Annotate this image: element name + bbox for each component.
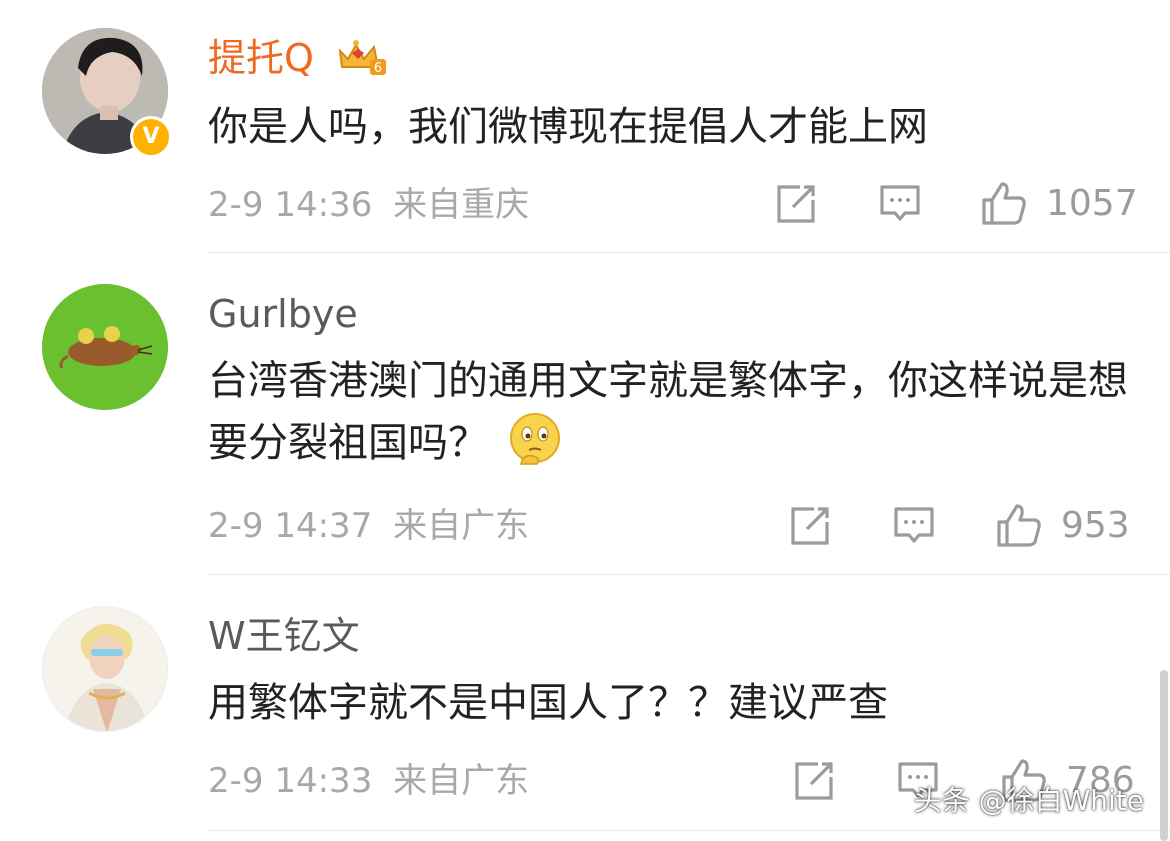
repost-button[interactable] xyxy=(788,504,832,548)
comment-location: 来自广东 xyxy=(393,761,530,801)
repost-icon xyxy=(777,185,815,223)
comment-button[interactable] xyxy=(878,183,922,225)
username[interactable]: Gurlbye xyxy=(208,292,358,336)
repost-button[interactable] xyxy=(792,759,836,803)
comment-meta: 2-9 14:33 来自广东 xyxy=(208,761,529,801)
comment-divider xyxy=(208,252,1170,253)
thumbs-up-icon xyxy=(997,504,1041,547)
comment-icon xyxy=(880,185,920,221)
comment-item: V 提托Q 6 你是人吗，我们微博现在提倡人才能上网 2-9 14:36 来自重… xyxy=(0,0,1170,254)
comment-text: 你是人吗，我们微博现在提倡人才能上网 xyxy=(208,104,928,150)
watermark: 头条 @徐白White xyxy=(913,784,1144,817)
repost-button[interactable] xyxy=(774,182,818,226)
avatar[interactable] xyxy=(42,606,168,732)
comment-text: 台湾香港澳门的通用文字就是繁体字，你这样说是想要分裂祖国吗？ xyxy=(208,350,1138,486)
username[interactable]: 提托Q 6 xyxy=(208,36,388,86)
like-button[interactable]: 953 xyxy=(995,502,1130,548)
avatar[interactable] xyxy=(42,284,168,410)
comment-time: 2-9 14:33 xyxy=(208,761,373,801)
like-count: 953 xyxy=(1061,504,1130,546)
thumbs-up-icon xyxy=(982,182,1026,225)
comment-divider xyxy=(208,574,1170,575)
avatar[interactable]: V xyxy=(42,28,172,158)
repost-icon xyxy=(791,507,829,545)
thinking-face-emoji-icon xyxy=(507,412,563,486)
comment-icon xyxy=(894,507,934,543)
comment-button[interactable] xyxy=(892,505,936,547)
repost-icon xyxy=(795,762,833,800)
comment-location: 来自广东 xyxy=(393,506,530,546)
comment-time: 2-9 14:36 xyxy=(208,185,373,225)
comment-time: 2-9 14:37 xyxy=(208,506,373,546)
like-count: 1057 xyxy=(1046,182,1138,224)
comment-meta: 2-9 14:37 来自广东 xyxy=(208,506,529,546)
username[interactable]: W王钇文 xyxy=(208,614,360,658)
badge-level: 6 xyxy=(374,61,382,76)
like-button[interactable]: 1057 xyxy=(980,180,1138,226)
comment-location: 来自重庆 xyxy=(393,185,530,225)
comment-divider xyxy=(208,830,1170,831)
scrollbar[interactable] xyxy=(1160,670,1168,841)
username-text[interactable]: 提托Q xyxy=(208,36,314,80)
comment-text-content: 台湾香港澳门的通用文字就是繁体字，你这样说是想要分裂祖国吗？ xyxy=(208,358,1128,466)
comment-item: Gurlbye 台湾香港澳门的通用文字就是繁体字，你这样说是想要分裂祖国吗？ 2… xyxy=(0,254,1170,576)
comment-text: 用繁体字就不是中国人了？？建议严查 xyxy=(208,680,888,726)
verified-badge-icon: V xyxy=(130,116,172,158)
comment-meta: 2-9 14:36 来自重庆 xyxy=(208,185,529,225)
crown-level-badge-icon: 6 xyxy=(334,37,388,86)
